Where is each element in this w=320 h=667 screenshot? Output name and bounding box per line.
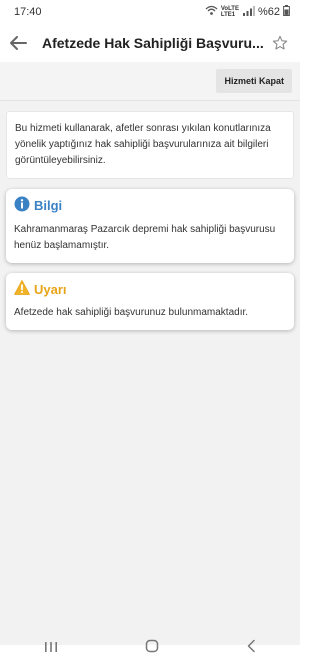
home-icon[interactable] [145, 639, 159, 658]
page-title: Afetzede Hak Sahipliği Başvuru... [42, 35, 264, 51]
battery-icon [283, 5, 290, 19]
info-card-header: Bilgi [14, 196, 286, 215]
system-nav-bar [0, 630, 300, 667]
info-card: Bilgi Kahramanmaraş Pazarcık depremi hak… [6, 189, 294, 263]
info-card-title: Bilgi [34, 198, 63, 213]
star-icon[interactable] [268, 35, 292, 51]
warning-card-text: Afetzede hak sahipliği başvurunuz bulunm… [14, 307, 249, 318]
service-panel: Bu hizmeti kullanarak, afetler sonrası y… [0, 101, 300, 330]
app-bar: Afetzede Hak Sahipliği Başvuru... [0, 24, 300, 62]
status-bar: 17:40 VoLTE LTE1 %62 [0, 0, 300, 24]
info-icon [14, 196, 30, 215]
info-card-text: Kahramanmaraş Pazarcık depremi hak sahip… [14, 224, 276, 251]
network-lte: LTE1 [220, 12, 236, 18]
recent-apps-icon[interactable] [44, 640, 58, 658]
action-row: Hizmeti Kapat [0, 62, 300, 101]
wifi-icon [205, 5, 218, 19]
close-service-button[interactable]: Hizmeti Kapat [216, 69, 292, 93]
warning-card: Uyarı Afetzede hak sahipliği başvurunuz … [6, 273, 294, 330]
signal-icon [242, 5, 255, 19]
warning-card-title: Uyarı [34, 281, 67, 297]
back-arrow-icon[interactable] [8, 35, 36, 51]
warning-card-header: Uyarı [14, 280, 286, 298]
status-time: 17:40 [14, 6, 42, 18]
network-type: VoLTE LTE1 [221, 6, 239, 18]
status-icons: VoLTE LTE1 %62 [205, 5, 290, 19]
main-content: Hizmeti Kapat Bu hizmeti kullanarak, afe… [0, 62, 300, 645]
service-description: Bu hizmeti kullanarak, afetler sonrası y… [6, 111, 294, 179]
back-icon[interactable] [246, 639, 256, 658]
battery-percent: %62 [257, 6, 280, 18]
warning-icon [14, 280, 30, 298]
